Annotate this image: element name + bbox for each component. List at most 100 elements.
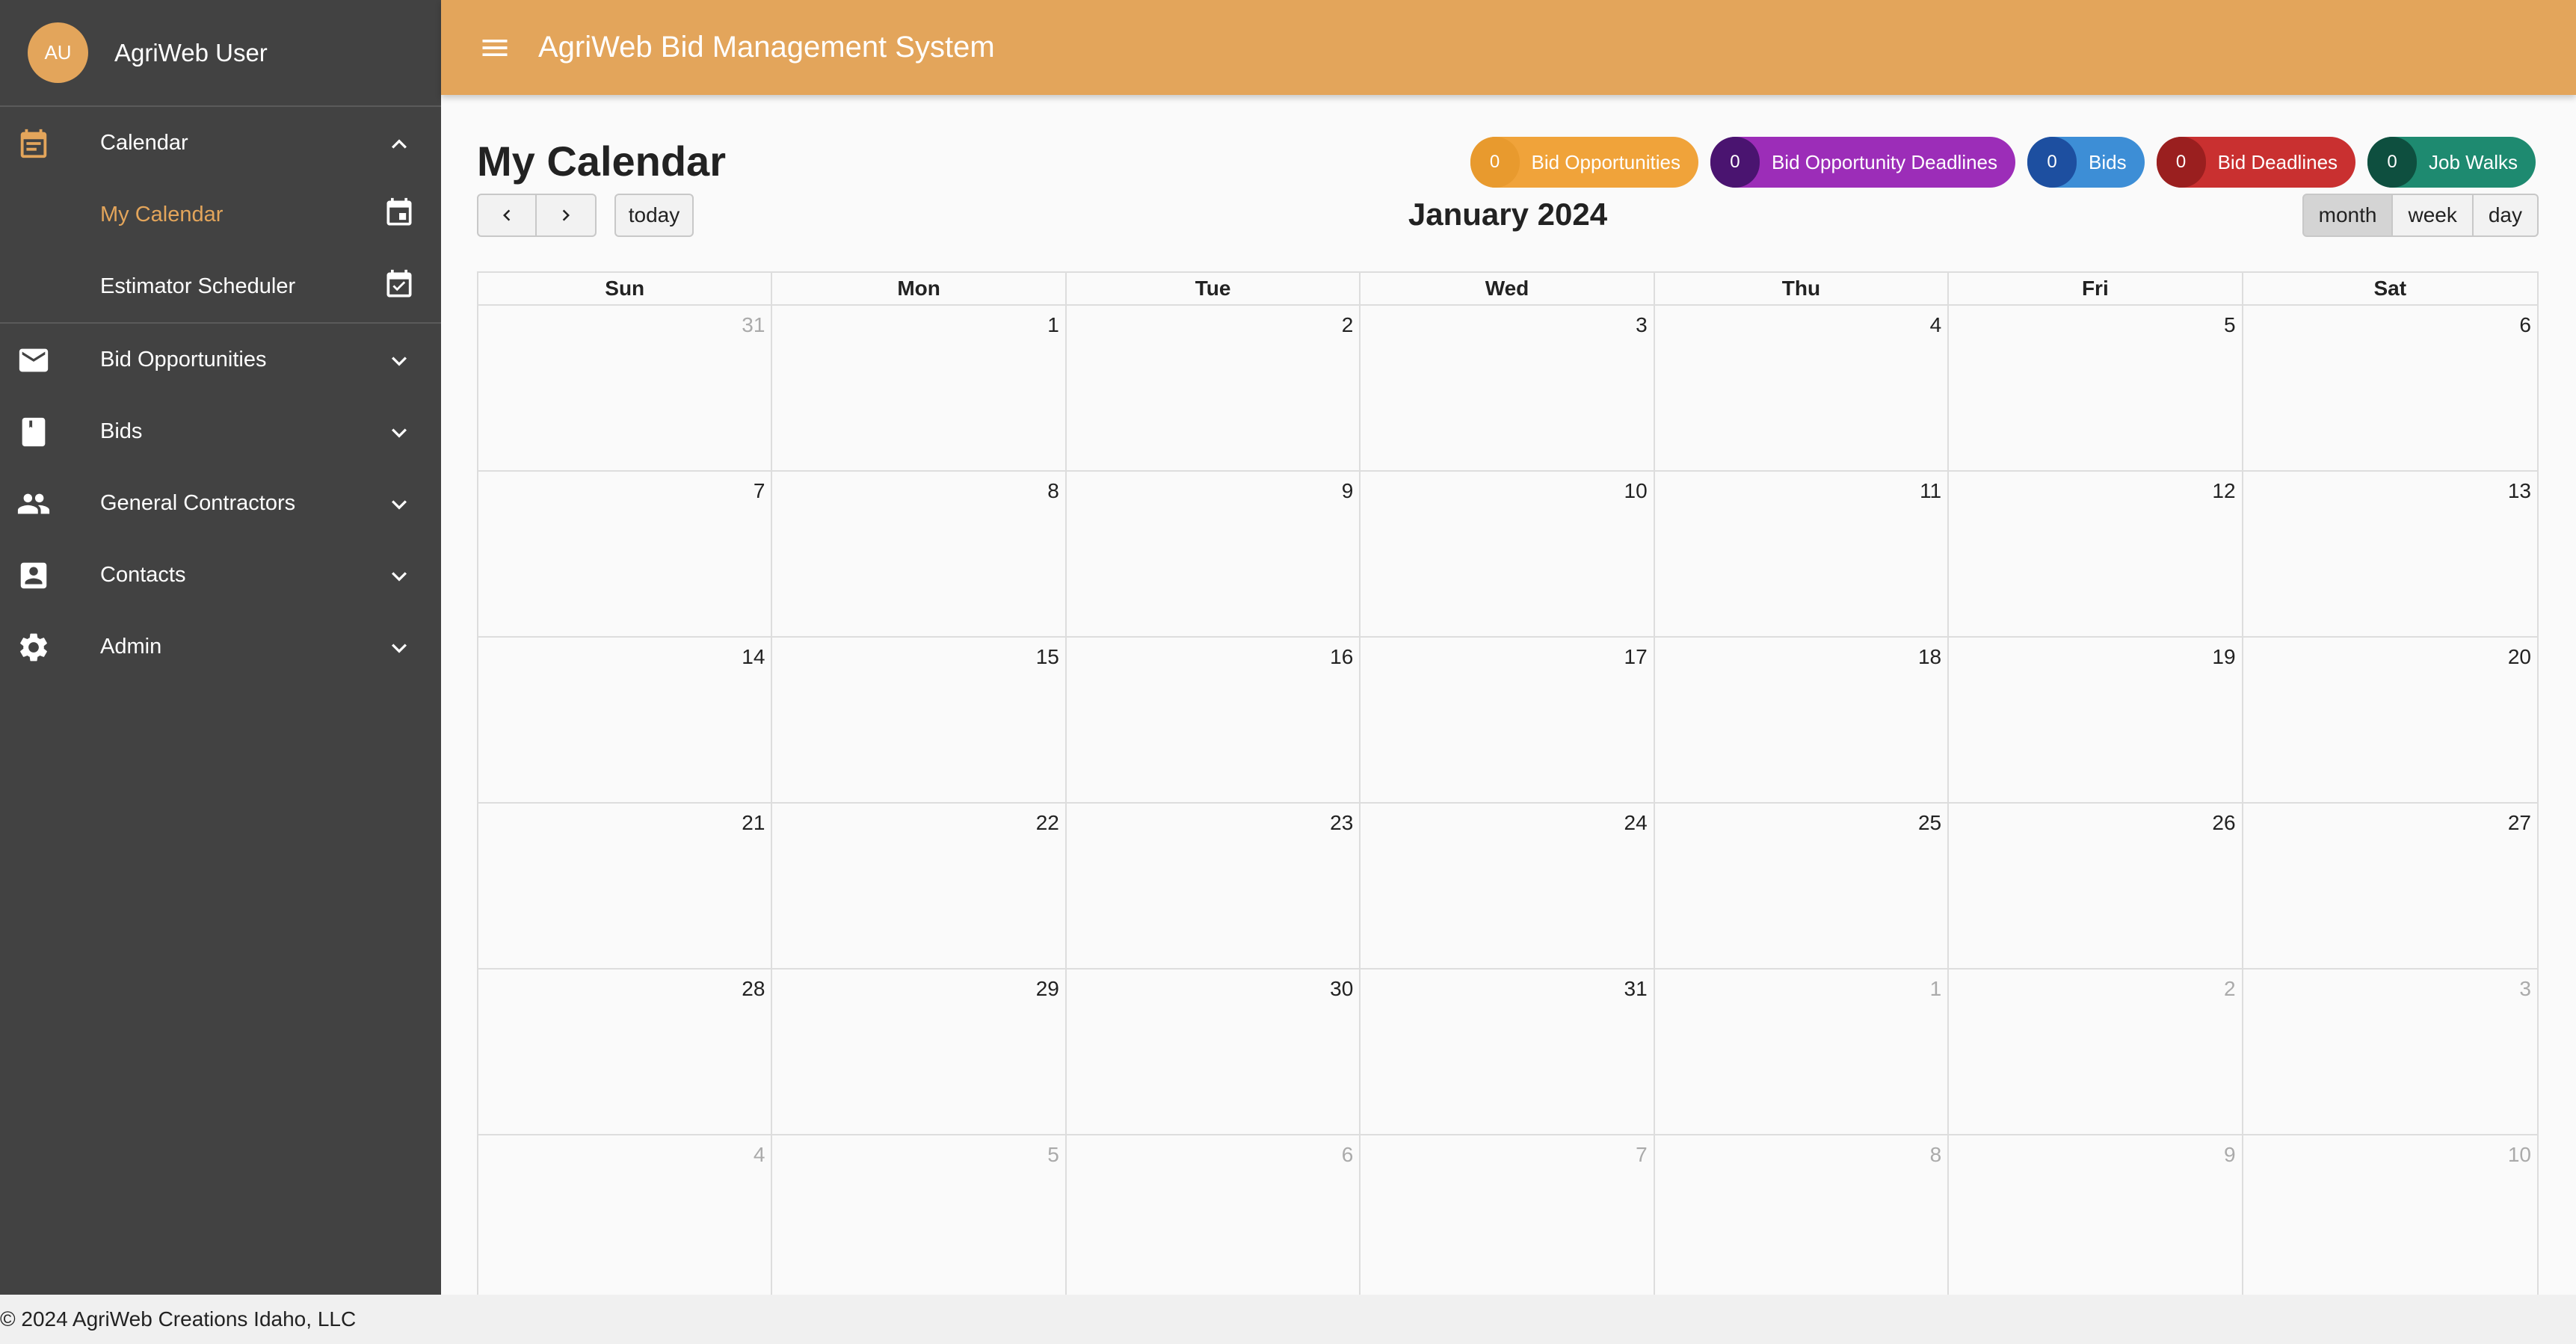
day-number[interactable]: 2 bbox=[1342, 313, 1354, 337]
day-cell[interactable]: 31 bbox=[478, 306, 773, 470]
day-view-button[interactable]: day bbox=[2473, 194, 2539, 237]
legend-pill[interactable]: 0 Bid Opportunities bbox=[1470, 137, 1698, 188]
day-cell[interactable]: 26 bbox=[1949, 804, 2243, 968]
day-number[interactable]: 10 bbox=[2508, 1143, 2531, 1167]
day-cell[interactable]: 27 bbox=[2243, 804, 2537, 968]
day-number[interactable]: 6 bbox=[1342, 1143, 1354, 1167]
day-cell[interactable]: 4 bbox=[478, 1135, 773, 1300]
day-cell[interactable]: 30 bbox=[1067, 970, 1361, 1134]
day-cell[interactable]: 20 bbox=[2243, 638, 2537, 802]
day-number[interactable]: 5 bbox=[2224, 313, 2236, 337]
day-number[interactable]: 24 bbox=[1624, 811, 1648, 835]
day-number[interactable]: 12 bbox=[2212, 479, 2235, 503]
month-view-button[interactable]: month bbox=[2302, 194, 2394, 237]
day-number[interactable]: 6 bbox=[2519, 313, 2531, 337]
sidebar-item-estimator-scheduler[interactable]: Estimator Scheduler bbox=[0, 250, 441, 322]
day-number[interactable]: 17 bbox=[1624, 645, 1648, 669]
day-number[interactable]: 3 bbox=[1636, 313, 1648, 337]
day-number[interactable]: 29 bbox=[1036, 977, 1059, 1001]
day-cell[interactable]: 25 bbox=[1655, 804, 1950, 968]
legend-pill[interactable]: 0 Job Walks bbox=[2367, 137, 2536, 188]
day-number[interactable]: 5 bbox=[1047, 1143, 1059, 1167]
day-cell[interactable]: 21 bbox=[478, 804, 773, 968]
day-number[interactable]: 9 bbox=[1342, 479, 1354, 503]
day-number[interactable]: 2 bbox=[2224, 977, 2236, 1001]
day-number[interactable]: 8 bbox=[1047, 479, 1059, 503]
day-cell[interactable]: 24 bbox=[1361, 804, 1655, 968]
legend-pill[interactable]: 0 Bid Deadlines bbox=[2156, 137, 2356, 188]
menu-icon[interactable] bbox=[478, 31, 511, 64]
day-number[interactable]: 19 bbox=[2212, 645, 2235, 669]
day-cell[interactable]: 29 bbox=[772, 970, 1067, 1134]
day-number[interactable]: 31 bbox=[1624, 977, 1648, 1001]
day-number[interactable]: 26 bbox=[2212, 811, 2235, 835]
day-cell[interactable]: 10 bbox=[2243, 1135, 2537, 1300]
sidebar-item-calendar[interactable]: Calendar bbox=[0, 107, 441, 179]
sidebar-item-admin[interactable]: Admin bbox=[0, 611, 441, 682]
day-cell[interactable]: 16 bbox=[1067, 638, 1361, 802]
legend-pill[interactable]: 0 Bid Opportunity Deadlines bbox=[1710, 137, 2016, 188]
day-number[interactable]: 27 bbox=[2508, 811, 2531, 835]
day-number[interactable]: 10 bbox=[1624, 479, 1648, 503]
day-cell[interactable]: 7 bbox=[478, 472, 773, 636]
day-number[interactable]: 7 bbox=[1636, 1143, 1648, 1167]
sidebar-item-general-contractors[interactable]: General Contractors bbox=[0, 467, 441, 539]
day-cell[interactable]: 9 bbox=[1067, 472, 1361, 636]
day-number[interactable]: 4 bbox=[1930, 313, 1942, 337]
day-number[interactable]: 7 bbox=[754, 479, 765, 503]
day-cell[interactable]: 2 bbox=[1067, 306, 1361, 470]
day-number[interactable]: 28 bbox=[742, 977, 765, 1001]
day-number[interactable]: 18 bbox=[1918, 645, 1941, 669]
day-cell[interactable]: 13 bbox=[2243, 472, 2537, 636]
day-cell[interactable]: 8 bbox=[1655, 1135, 1950, 1300]
day-number[interactable]: 20 bbox=[2508, 645, 2531, 669]
day-number[interactable]: 13 bbox=[2508, 479, 2531, 503]
day-cell[interactable]: 14 bbox=[478, 638, 773, 802]
day-cell[interactable]: 5 bbox=[772, 1135, 1067, 1300]
day-cell[interactable]: 6 bbox=[1067, 1135, 1361, 1300]
day-number[interactable]: 16 bbox=[1330, 645, 1353, 669]
day-cell[interactable]: 11 bbox=[1655, 472, 1950, 636]
day-cell[interactable]: 1 bbox=[1655, 970, 1950, 1134]
day-number[interactable]: 31 bbox=[742, 313, 765, 337]
day-cell[interactable]: 8 bbox=[772, 472, 1067, 636]
day-cell[interactable]: 22 bbox=[772, 804, 1067, 968]
day-number[interactable]: 30 bbox=[1330, 977, 1353, 1001]
day-cell[interactable]: 31 bbox=[1361, 970, 1655, 1134]
day-cell[interactable]: 7 bbox=[1361, 1135, 1655, 1300]
user-row[interactable]: AU AgriWeb User bbox=[0, 0, 441, 107]
day-cell[interactable]: 19 bbox=[1949, 638, 2243, 802]
day-cell[interactable]: 18 bbox=[1655, 638, 1950, 802]
day-number[interactable]: 21 bbox=[742, 811, 765, 835]
day-number[interactable]: 14 bbox=[742, 645, 765, 669]
sidebar-item-my-calendar[interactable]: My Calendar bbox=[0, 179, 441, 250]
sidebar-item-bid-opportunities[interactable]: Bid Opportunities bbox=[0, 324, 441, 395]
day-cell[interactable]: 23 bbox=[1067, 804, 1361, 968]
sidebar-item-contacts[interactable]: Contacts bbox=[0, 539, 441, 611]
day-cell[interactable]: 9 bbox=[1949, 1135, 2243, 1300]
day-number[interactable]: 1 bbox=[1930, 977, 1942, 1001]
day-cell[interactable]: 3 bbox=[1361, 306, 1655, 470]
day-cell[interactable]: 2 bbox=[1949, 970, 2243, 1134]
day-number[interactable]: 23 bbox=[1330, 811, 1353, 835]
day-cell[interactable]: 28 bbox=[478, 970, 773, 1134]
day-number[interactable]: 9 bbox=[2224, 1143, 2236, 1167]
sidebar-item-bids[interactable]: Bids bbox=[0, 395, 441, 467]
day-cell[interactable]: 15 bbox=[772, 638, 1067, 802]
day-cell[interactable]: 4 bbox=[1655, 306, 1950, 470]
legend-pill[interactable]: 0 Bids bbox=[2027, 137, 2145, 188]
week-view-button[interactable]: week bbox=[2393, 194, 2474, 237]
day-number[interactable]: 15 bbox=[1036, 645, 1059, 669]
day-number[interactable]: 1 bbox=[1047, 313, 1059, 337]
day-cell[interactable]: 5 bbox=[1949, 306, 2243, 470]
day-cell[interactable]: 1 bbox=[772, 306, 1067, 470]
day-number[interactable]: 25 bbox=[1918, 811, 1941, 835]
day-cell[interactable]: 10 bbox=[1361, 472, 1655, 636]
day-number[interactable]: 22 bbox=[1036, 811, 1059, 835]
day-cell[interactable]: 6 bbox=[2243, 306, 2537, 470]
day-number[interactable]: 4 bbox=[754, 1143, 765, 1167]
day-number[interactable]: 8 bbox=[1930, 1143, 1942, 1167]
day-number[interactable]: 11 bbox=[1920, 479, 1941, 503]
day-number[interactable]: 3 bbox=[2519, 977, 2531, 1001]
day-cell[interactable]: 3 bbox=[2243, 970, 2537, 1134]
